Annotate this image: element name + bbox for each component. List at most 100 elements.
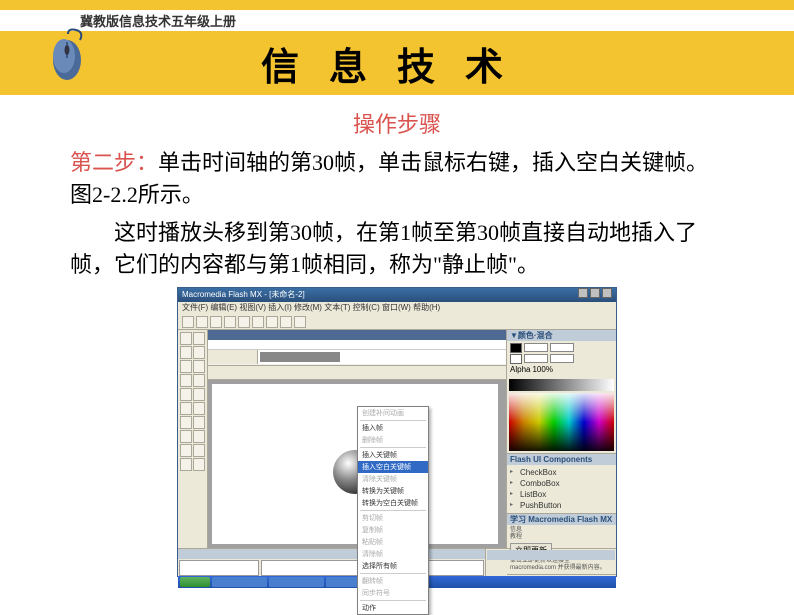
fill-swatch[interactable]: [510, 354, 522, 364]
mixer-field[interactable]: [524, 343, 548, 352]
mixer-head[interactable]: ▼颜色·混合: [507, 330, 616, 341]
toolbar-print-icon[interactable]: [224, 316, 236, 328]
actions-head[interactable]: [178, 549, 485, 559]
minimize-button[interactable]: [578, 288, 588, 298]
answers-head[interactable]: 学习 Macromedia Flash MX: [507, 514, 616, 525]
cm-cut-frames[interactable]: 剪切帧: [358, 512, 428, 524]
rect-tool-icon[interactable]: [193, 374, 205, 387]
eraser-tool-icon[interactable]: [193, 430, 205, 443]
timeline-ruler[interactable]: [208, 340, 506, 350]
hand-tool-icon[interactable]: [180, 444, 192, 457]
timeline-layer[interactable]: [208, 350, 506, 364]
task-item[interactable]: [212, 577, 267, 587]
layer-name[interactable]: [208, 350, 258, 364]
close-button[interactable]: [602, 288, 612, 298]
gradient-preview[interactable]: [509, 379, 614, 391]
toolbar-copy-icon[interactable]: [252, 316, 264, 328]
toolbar-undo-icon[interactable]: [280, 316, 292, 328]
cm-sep: [360, 447, 426, 448]
components-panel: Flash UI Components CheckBox ComboBox Li…: [507, 454, 616, 514]
step2-label: 第二步：: [70, 150, 158, 175]
start-button[interactable]: [180, 577, 210, 587]
cm-insert-keyframe[interactable]: 插入关键帧: [358, 449, 428, 461]
stroke-color-icon[interactable]: [180, 458, 192, 471]
cm-paste-frames[interactable]: 粘贴帧: [358, 536, 428, 548]
book-header: 冀教版信息技术五年级上册: [0, 10, 794, 31]
mixer-field[interactable]: [550, 354, 574, 363]
cm-delete-frame[interactable]: 删除帧: [358, 434, 428, 446]
text-tool-icon[interactable]: [193, 360, 205, 373]
cm-clear-frames[interactable]: 清除帧: [358, 548, 428, 560]
cm-sync[interactable]: 同步符号: [358, 587, 428, 599]
cm-sep: [360, 420, 426, 421]
layer-frames[interactable]: [258, 350, 506, 364]
toolbox: [178, 330, 208, 548]
cm-sep: [360, 510, 426, 511]
fill-transform-icon[interactable]: [193, 402, 205, 415]
right-panels: ▼颜色·混合 Alpha 100% Flash UI Components Ch…: [506, 330, 616, 548]
cm-convert-blank-keyframe[interactable]: 转换为空白关键帧: [358, 497, 428, 509]
task-item[interactable]: [269, 577, 324, 587]
transform-tool-icon[interactable]: [180, 402, 192, 415]
book-label: 冀教版信息技术五年级上册: [80, 14, 236, 29]
cm-create-tween[interactable]: 创建补间动画: [358, 407, 428, 419]
cm-reverse[interactable]: 翻转帧: [358, 575, 428, 587]
answers-item[interactable]: 教程: [510, 534, 613, 541]
cm-actions[interactable]: 动作: [358, 602, 428, 614]
main-toolbar: [178, 314, 616, 330]
answers-item[interactable]: 信息: [510, 527, 613, 534]
ink-tool-icon[interactable]: [180, 416, 192, 429]
arrow-tool-icon[interactable]: [180, 332, 192, 345]
comp-pushbutton[interactable]: PushButton: [510, 500, 613, 511]
main-title: 信息技术: [261, 36, 533, 91]
cm-sep: [360, 573, 426, 574]
cm-insert-blank-keyframe[interactable]: 插入空白关键帧: [358, 461, 428, 473]
scene-tab[interactable]: [208, 366, 506, 380]
color-mixer-panel: ▼颜色·混合 Alpha 100%: [507, 330, 616, 454]
actions-tree[interactable]: [179, 560, 259, 576]
cm-select-all[interactable]: 选择所有帧: [358, 560, 428, 572]
bucket-tool-icon[interactable]: [193, 416, 205, 429]
maximize-button[interactable]: [590, 288, 600, 298]
menubar[interactable]: 文件(F) 编辑(E) 视图(V) 插入(I) 修改(M) 文本(T) 控制(C…: [178, 302, 616, 314]
paragraph2: 这时播放头移到第30帧，在第1帧至第30帧直接自动地插入了帧，它们的内容都与第1…: [70, 217, 724, 281]
figure-wrap: Macromedia Flash MX - [未命名-2] 文件(F) 编辑(E…: [70, 287, 724, 577]
comp-combobox[interactable]: ComboBox: [510, 478, 613, 489]
cm-convert-keyframe[interactable]: 转换为关键帧: [358, 485, 428, 497]
mixer-field[interactable]: [550, 343, 574, 352]
cm-clear-keyframe[interactable]: 清除关键帧: [358, 473, 428, 485]
components-head[interactable]: Flash UI Components: [507, 454, 616, 465]
toolbar-redo-icon[interactable]: [294, 316, 306, 328]
eyedropper-tool-icon[interactable]: [180, 430, 192, 443]
toolbar-save-icon[interactable]: [210, 316, 222, 328]
cm-copy-frames[interactable]: 复制帧: [358, 524, 428, 536]
color-picker[interactable]: [509, 393, 614, 451]
actions-panel: [178, 549, 486, 576]
stroke-swatch[interactable]: [510, 343, 522, 353]
stage[interactable]: 创建补间动画 插入帧 删除帧 插入关键帧 插入空白关键帧 清除关键帧 转换为关键…: [212, 384, 498, 544]
oval-tool-icon[interactable]: [180, 374, 192, 387]
lasso-tool-icon[interactable]: [193, 346, 205, 359]
zoom-tool-icon[interactable]: [193, 444, 205, 457]
toolbar-new-icon[interactable]: [182, 316, 194, 328]
comp-listbox[interactable]: ListBox: [510, 489, 613, 500]
alpha-label: Alpha: [510, 365, 530, 374]
mixer-field[interactable]: [524, 354, 548, 363]
subselect-tool-icon[interactable]: [193, 332, 205, 345]
toolbar-open-icon[interactable]: [196, 316, 208, 328]
pencil-tool-icon[interactable]: [180, 388, 192, 401]
toolbar-paste-icon[interactable]: [266, 316, 278, 328]
fill-color-icon[interactable]: [193, 458, 205, 471]
alpha-value: 100%: [532, 365, 552, 374]
line-tool-icon[interactable]: [180, 346, 192, 359]
timeline-header: [208, 330, 506, 340]
window-titlebar: Macromedia Flash MX - [未命名-2]: [178, 288, 616, 302]
toolbar-cut-icon[interactable]: [238, 316, 250, 328]
pen-tool-icon[interactable]: [180, 360, 192, 373]
cm-insert-frame[interactable]: 插入帧: [358, 422, 428, 434]
brush-tool-icon[interactable]: [193, 388, 205, 401]
comp-checkbox[interactable]: CheckBox: [510, 467, 613, 478]
timeline-context-menu: 创建补间动画 插入帧 删除帧 插入关键帧 插入空白关键帧 清除关键帧 转换为关键…: [357, 406, 429, 615]
props-head[interactable]: [487, 550, 615, 560]
app-body: 创建补间动画 插入帧 删除帧 插入关键帧 插入空白关键帧 清除关键帧 转换为关键…: [178, 330, 616, 548]
